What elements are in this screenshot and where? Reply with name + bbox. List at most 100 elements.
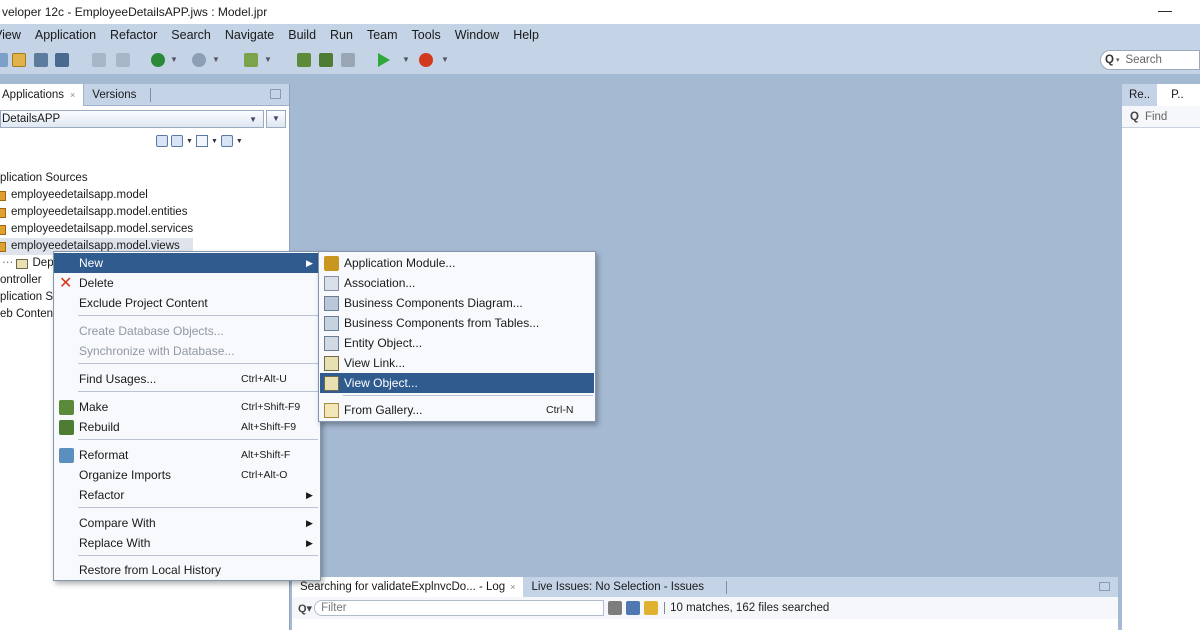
package-icon (0, 224, 6, 235)
search-dropdown-icon[interactable]: ▾ (1116, 56, 1120, 64)
tab-versions-label: Versions (92, 88, 137, 101)
sort-dropdown-icon[interactable]: ▼ (236, 138, 243, 145)
back-dropdown-icon[interactable]: ▼ (170, 55, 178, 64)
lock-icon[interactable] (644, 601, 659, 615)
deploy-icon[interactable] (341, 53, 355, 67)
menu-item-label: Entity Object... (344, 336, 423, 350)
delete-icon: ✕ (59, 274, 73, 292)
menu-item-make[interactable]: Make Ctrl+Shift-F9 (54, 397, 320, 417)
menu-item-replace-with[interactable]: Replace With ▶ (54, 533, 320, 553)
menu-item-label: Business Components Diagram... (344, 296, 523, 310)
global-search[interactable]: Q ▾ Search (1100, 50, 1200, 70)
tab-versions[interactable]: Versions (84, 84, 144, 106)
menu-item-restore-from-local-history[interactable]: Restore from Local History (54, 560, 320, 580)
submenu-arrow-icon: ▶ (306, 489, 313, 500)
menu-item-new[interactable]: New ▶ (54, 253, 320, 273)
tab-search-log[interactable]: Searching for validateExplnvcDo... - Log… (292, 577, 524, 597)
maximize-icon[interactable] (1099, 582, 1110, 591)
debug-icon[interactable] (419, 53, 433, 67)
menu-refactor[interactable]: Refactor (110, 28, 157, 42)
sync-icon[interactable] (171, 135, 183, 147)
tab-resources[interactable]: Re.. (1122, 89, 1157, 101)
menu-item-organize-imports[interactable]: Organize Imports Ctrl+Alt-O (54, 465, 320, 485)
debug-dropdown-icon[interactable]: ▼ (441, 55, 449, 64)
application-menu-button[interactable]: ▼ (266, 110, 286, 128)
find-input[interactable]: Find (1145, 111, 1167, 123)
minimize-button[interactable]: — (1158, 2, 1172, 18)
save-all-icon[interactable] (55, 53, 69, 67)
menu-team[interactable]: Team (367, 28, 398, 42)
menu-window[interactable]: Window (455, 28, 499, 42)
find-field[interactable]: Q Find (1122, 106, 1200, 128)
database-dropdown-icon[interactable]: ▼ (264, 55, 272, 64)
menu-item-shortcut: Ctrl-N (546, 404, 574, 416)
filter-input[interactable]: Filter (314, 600, 605, 616)
log-filter-bar: Q▾ Filter 10 matches, 162 files searched (292, 597, 1118, 619)
maximize-icon[interactable] (270, 89, 281, 99)
tab-properties[interactable]: P.. × (1157, 84, 1200, 106)
menu-item-association[interactable]: Association... (319, 273, 595, 293)
menu-item-shortcut: Alt+Shift-F9 (241, 421, 297, 433)
stop-icon[interactable] (608, 601, 623, 615)
gallery-icon (324, 402, 339, 418)
menu-search[interactable]: Search (171, 28, 211, 42)
save-icon[interactable] (34, 53, 48, 67)
sort-icon[interactable] (220, 135, 233, 147)
tree-item[interactable]: employeedetailsapp.model (0, 187, 193, 204)
menu-build[interactable]: Build (288, 28, 316, 42)
menu-item-delete[interactable]: ✕ Delete (54, 273, 320, 293)
application-selector[interactable]: DetailsAPP ▼ (0, 110, 264, 128)
menu-item-business-components-diagram[interactable]: Business Components Diagram... (319, 293, 595, 313)
run-icon[interactable] (378, 53, 390, 67)
zoom-icon[interactable] (156, 135, 168, 147)
menu-application[interactable]: Application (35, 28, 96, 42)
menu-navigate[interactable]: Navigate (225, 28, 274, 42)
tree-item[interactable]: employeedetailsapp.model.services (0, 221, 193, 238)
view-object-icon (15, 258, 28, 269)
forward-icon[interactable] (192, 53, 206, 67)
menu-view[interactable]: View (0, 28, 21, 42)
make-icon[interactable] (297, 53, 311, 67)
menu-item-label: Replace With (79, 536, 151, 550)
menu-item-label: Make (79, 400, 109, 414)
filter-icon[interactable] (195, 135, 208, 147)
filter-dropdown-icon[interactable]: ▼ (211, 138, 218, 145)
close-icon[interactable]: × (1196, 90, 1200, 100)
tab-applications[interactable]: Applications × (0, 83, 85, 106)
menu-item-view-link[interactable]: View Link... (319, 353, 595, 373)
menu-item-rebuild[interactable]: Rebuild Alt+Shift-F9 (54, 417, 320, 437)
right-panel-tabs: Re.. P.. × (1122, 84, 1200, 106)
menu-run[interactable]: Run (330, 28, 353, 42)
menu-item-business-components-from-tables[interactable]: Business Components from Tables... (319, 313, 595, 333)
undo-icon[interactable] (92, 53, 106, 67)
close-icon[interactable]: × (70, 90, 75, 100)
menu-item-label: Reformat (79, 448, 129, 462)
menu-item-reformat[interactable]: Reformat Alt+Shift-F (54, 445, 320, 465)
application-selector-value: DetailsAPP (2, 113, 61, 125)
tree-item[interactable]: plication Sources (0, 170, 193, 187)
menu-item-from-gallery[interactable]: From Gallery... Ctrl-N (319, 400, 595, 420)
new-icon[interactable] (0, 53, 8, 67)
menu-item-compare-with[interactable]: Compare With ▶ (54, 513, 320, 533)
refresh-icon[interactable] (626, 601, 641, 615)
run-dropdown-icon[interactable]: ▼ (402, 55, 410, 64)
tree-item[interactable]: employeedetailsapp.model.entities (0, 204, 193, 221)
tab-live-issues[interactable]: Live Issues: No Selection - Issues (523, 577, 712, 597)
rebuild-icon[interactable] (319, 53, 333, 67)
forward-dropdown-icon[interactable]: ▼ (212, 55, 220, 64)
menu-item-application-module[interactable]: Application Module... (319, 253, 595, 273)
sync-dropdown-icon[interactable]: ▼ (186, 138, 193, 145)
menu-item-entity-object[interactable]: Entity Object... (319, 333, 595, 353)
back-icon[interactable] (151, 53, 165, 67)
menu-tools[interactable]: Tools (412, 28, 441, 42)
database-icon[interactable] (244, 53, 258, 67)
search-input[interactable]: Search (1125, 54, 1161, 66)
menu-item-view-object[interactable]: View Object... (320, 373, 594, 393)
menu-help[interactable]: Help (513, 28, 539, 42)
open-folder-icon[interactable] (12, 53, 26, 67)
menu-item-find-usages[interactable]: Find Usages... Ctrl+Alt-U (54, 369, 320, 389)
redo-icon[interactable] (116, 53, 130, 67)
menu-item-refactor[interactable]: Refactor ▶ (54, 485, 320, 505)
close-icon[interactable]: × (510, 582, 515, 592)
menu-item-exclude-project-content[interactable]: Exclude Project Content (54, 293, 320, 313)
